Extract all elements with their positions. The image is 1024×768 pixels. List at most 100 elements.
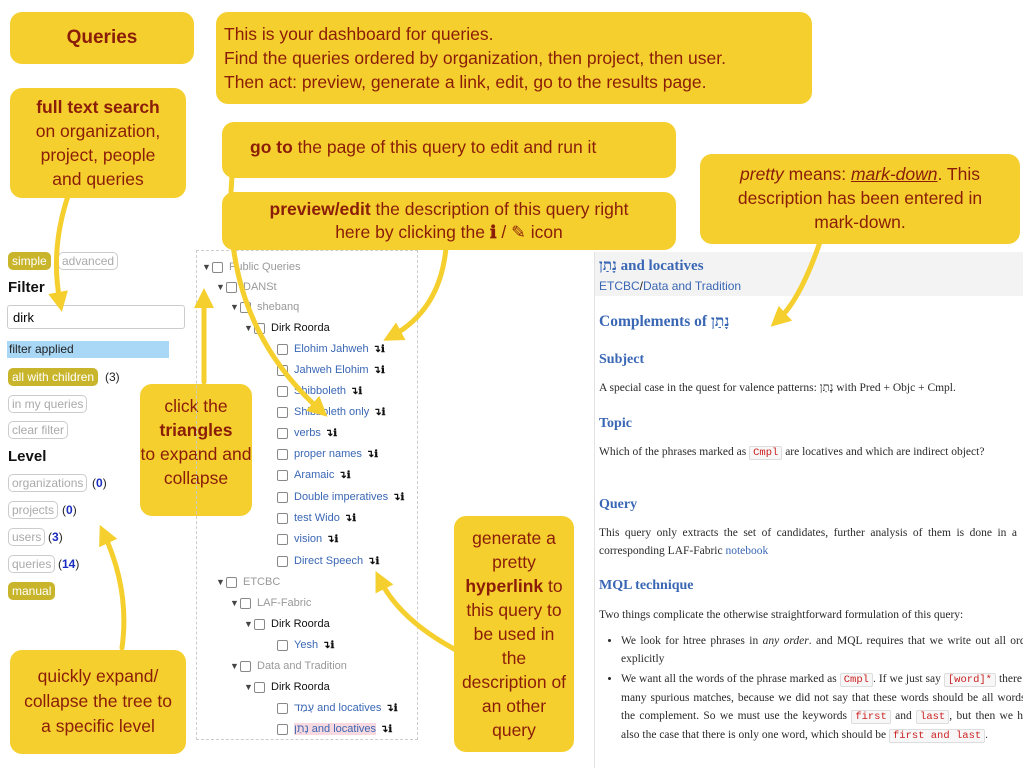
query-link[interactable]: Shibboleth [294, 385, 346, 397]
query-link[interactable]: Aramaic [294, 469, 334, 481]
query-link[interactable]: Shibboleth only [294, 406, 369, 418]
search-input[interactable] [7, 305, 185, 329]
tree-node-org[interactable]: ▼ ETCBC [216, 575, 280, 589]
node-checkbox[interactable] [254, 322, 265, 334]
query-actions-icon[interactable]: ↴ℹ [338, 470, 350, 481]
query-link[interactable]: proper names [294, 448, 362, 460]
query-actions-icon[interactable]: ↴ℹ [344, 513, 356, 524]
level-users-button[interactable]: users [8, 528, 46, 546]
query-actions-icon[interactable]: ↴ℹ [373, 344, 385, 355]
tree-query[interactable]: Double imperatives ↴ℹ [277, 490, 404, 505]
tree-query[interactable]: vision ↴ℹ [277, 532, 338, 547]
query-link[interactable]: vision [294, 533, 322, 545]
node-checkbox[interactable] [277, 343, 288, 355]
level-queries-button[interactable]: queries [8, 555, 56, 573]
query-link[interactable]: Jahweh Elohim [294, 364, 369, 376]
tree-query[interactable]: proper names ↴ℹ [277, 447, 378, 462]
notebook-link[interactable]: notebook [725, 545, 768, 557]
tree-node-project[interactable]: ▼ Data and Tradition [230, 659, 347, 673]
node-checkbox[interactable] [226, 281, 237, 293]
node-checkbox[interactable] [277, 448, 288, 460]
node-checkbox[interactable] [277, 364, 288, 376]
query-actions-icon[interactable]: ↴ℹ [385, 703, 397, 714]
node-checkbox[interactable] [277, 555, 288, 567]
tree-query-selected[interactable]: נָתַן and locatives ↴ℹ [277, 722, 392, 737]
collapse-triangle-icon[interactable]: ▼ [244, 680, 254, 694]
query-actions-icon[interactable]: ↴ℹ [366, 449, 378, 460]
tree-query[interactable]: Shibboleth ↴ℹ [277, 384, 362, 399]
collapse-triangle-icon[interactable]: ▼ [216, 280, 226, 294]
node-checkbox[interactable] [277, 385, 288, 397]
tree-query[interactable]: Jahweh Elohim ↴ℹ [277, 363, 385, 378]
tree-query[interactable]: verbs ↴ℹ [277, 426, 337, 441]
query-actions-icon[interactable]: ↴ℹ [392, 492, 404, 503]
collapse-triangle-icon[interactable]: ▼ [244, 617, 254, 631]
tree-node-project[interactable]: ▼ shebanq [230, 300, 299, 314]
collapse-triangle-icon[interactable]: ▼ [202, 260, 212, 274]
node-checkbox[interactable] [254, 681, 265, 693]
node-checkbox[interactable] [277, 639, 288, 651]
tree-node-root[interactable]: ▼ Public Queries [202, 260, 301, 274]
bullet-item: We look for htree phrases in any order. … [621, 632, 1023, 668]
query-actions-icon[interactable]: ↴ℹ [325, 428, 337, 439]
level-organizations-button[interactable]: organizations [8, 474, 88, 492]
collapse-triangle-icon[interactable]: ▼ [230, 300, 240, 314]
query-actions-icon[interactable]: ↴ℹ [373, 407, 385, 418]
clear-filter-button[interactable]: clear filter [8, 421, 69, 439]
tree-query[interactable]: עָמַד and locatives ↴ℹ [277, 701, 398, 716]
node-checkbox[interactable] [254, 618, 265, 630]
tree-query[interactable]: test Wido ↴ℹ [277, 511, 356, 526]
dashboard-line-3: Then act: preview, generate a link, edit… [224, 72, 707, 92]
breadcrumb: ETCBC/Data and Tradition [599, 279, 742, 293]
node-checkbox[interactable] [240, 660, 251, 672]
node-checkbox[interactable] [277, 723, 288, 735]
simple-mode-toggle[interactable]: simple [8, 252, 51, 270]
query-actions-icon[interactable]: ↴ℹ [373, 365, 385, 376]
tree-node-org[interactable]: ▼ DANSt [216, 280, 277, 294]
tree-node-user[interactable]: ▼ Dirk Roorda [244, 617, 330, 631]
node-checkbox[interactable] [277, 406, 288, 418]
collapse-triangle-icon[interactable]: ▼ [216, 575, 226, 589]
node-checkbox[interactable] [226, 576, 237, 588]
query-link[interactable]: Elohim Jahweh [294, 343, 369, 355]
query-link[interactable]: נָתַן and locatives [294, 723, 377, 735]
collapse-triangle-icon[interactable]: ▼ [230, 596, 240, 610]
query-link[interactable]: Yesh [294, 639, 318, 651]
node-checkbox[interactable] [212, 261, 223, 273]
tree-query[interactable]: Yesh ↴ℹ [277, 638, 334, 653]
tree-query[interactable]: Direct Speech ↴ℹ [277, 554, 379, 569]
tree-node-user[interactable]: ▼ Dirk Roorda [244, 680, 330, 694]
node-checkbox[interactable] [277, 469, 288, 481]
query-actions-icon[interactable]: ↴ℹ [322, 640, 334, 651]
query-actions-icon[interactable]: ↴ℹ [350, 386, 362, 397]
node-checkbox[interactable] [277, 427, 288, 439]
query-link[interactable]: Direct Speech [294, 555, 363, 567]
breadcrumb-org[interactable]: ETCBC [599, 279, 640, 293]
manual-level-button[interactable]: manual [8, 582, 56, 600]
node-checkbox[interactable] [277, 512, 288, 524]
node-checkbox[interactable] [240, 301, 251, 313]
tree-query[interactable]: Shibboleth only ↴ℹ [277, 405, 385, 420]
collapse-triangle-icon[interactable]: ▼ [244, 321, 254, 335]
node-checkbox[interactable] [277, 533, 288, 545]
tree-query[interactable]: Aramaic ↴ℹ [277, 468, 351, 483]
node-checkbox[interactable] [240, 597, 251, 609]
tree-query[interactable]: Elohim Jahweh ↴ℹ [277, 342, 385, 357]
node-checkbox[interactable] [277, 702, 288, 714]
breadcrumb-project[interactable]: Data and Tradition [643, 279, 741, 293]
in-my-queries-button[interactable]: in my queries [8, 395, 88, 413]
query-actions-icon[interactable]: ↴ℹ [326, 534, 338, 545]
query-link[interactable]: verbs [294, 427, 321, 439]
level-projects-button[interactable]: projects [8, 501, 59, 519]
query-actions-icon[interactable]: ↴ℹ [380, 724, 392, 735]
query-actions-icon[interactable]: ↴ℹ [367, 556, 379, 567]
collapse-triangle-icon[interactable]: ▼ [230, 659, 240, 673]
query-link[interactable]: Double imperatives [294, 491, 388, 503]
node-checkbox[interactable] [277, 491, 288, 503]
all-with-children-button[interactable]: all with children [8, 368, 99, 386]
advanced-mode-toggle[interactable]: advanced [58, 252, 119, 270]
query-link[interactable]: עָמַד and locatives [294, 702, 381, 714]
tree-node-project[interactable]: ▼ LAF-Fabric [230, 596, 311, 610]
tree-node-user[interactable]: ▼ Dirk Roorda [244, 321, 330, 335]
query-link[interactable]: test Wido [294, 512, 340, 524]
